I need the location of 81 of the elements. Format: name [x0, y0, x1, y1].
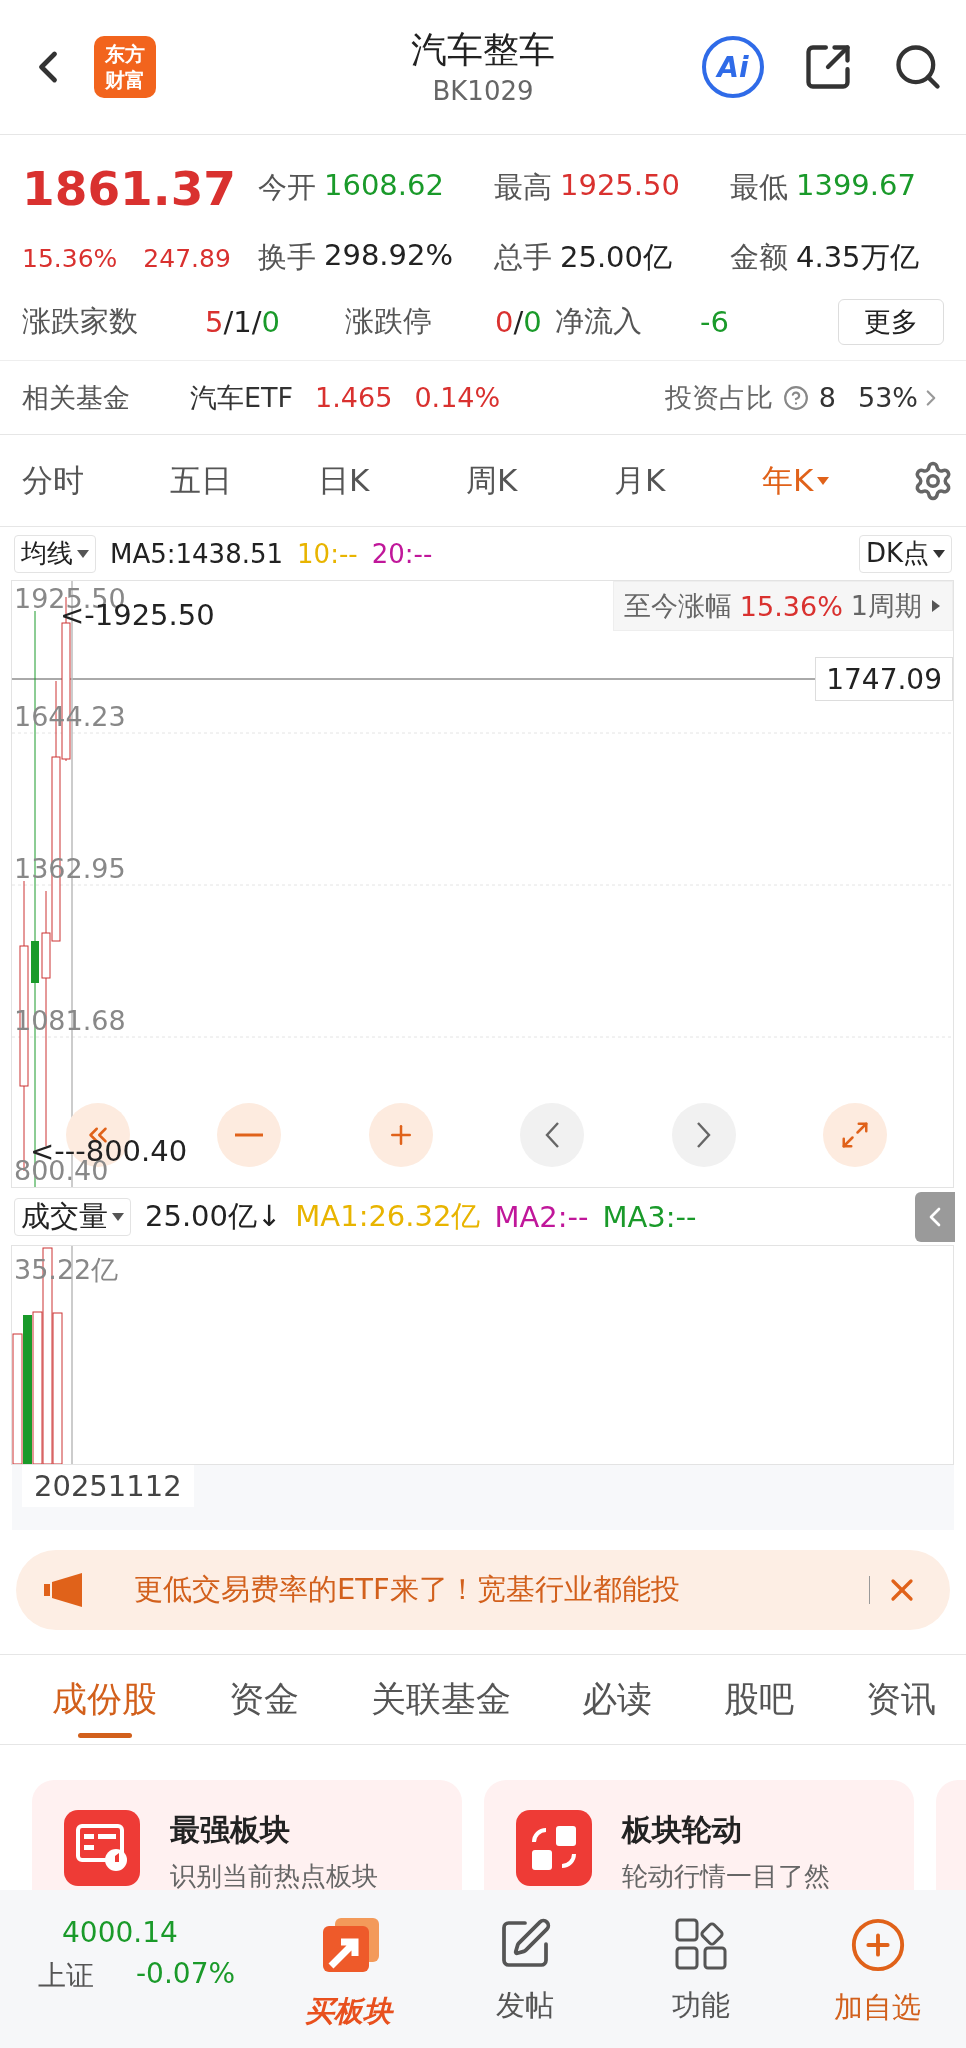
- minus-icon: [235, 1133, 264, 1137]
- card-title: 板块轮动: [622, 1811, 743, 1849]
- period-tab[interactable]: 五日: [160, 459, 308, 502]
- feature-card[interactable]: 最强板块 识别当前热点板块: [32, 1780, 462, 1890]
- period-tab[interactable]: 周K: [456, 459, 604, 502]
- fund-price: 1.465: [315, 382, 393, 413]
- card-subtitle: 识别当前热点板块: [170, 1860, 378, 1890]
- ma-value: 20:--: [371, 538, 433, 569]
- current-price: 1861.37: [22, 160, 237, 216]
- stat-value: 1399.67: [796, 168, 916, 204]
- ma-value: MA3:--: [602, 1199, 697, 1234]
- ratio-value: 8: [818, 382, 836, 413]
- section-tab[interactable]: 资金: [228, 1654, 299, 1745]
- stat-label: 净流入: [555, 303, 643, 340]
- period-tab[interactable]: 分时: [22, 459, 160, 502]
- stat-label: 今开: [258, 169, 316, 206]
- stat-value: 298.92%: [324, 238, 454, 274]
- period-tab[interactable]: 日K: [308, 459, 456, 502]
- post-button[interactable]: 发帖: [436, 1916, 613, 2026]
- last-price-label: 1747.09: [815, 657, 953, 701]
- stat-label: 金额: [730, 239, 788, 276]
- date-label: 20251112: [22, 1465, 194, 1507]
- card-subtitle: 轮动行情一目了然: [622, 1860, 830, 1890]
- section-tab[interactable]: 必读: [582, 1654, 653, 1745]
- stat-value: 4.35万亿: [796, 239, 919, 276]
- period-tab[interactable]: 月K: [604, 459, 752, 502]
- period-tab[interactable]: 年K: [752, 459, 900, 502]
- ratio-value: 53%: [858, 382, 918, 413]
- chevron-left-icon: [545, 1122, 560, 1148]
- stat-label: 总手: [494, 239, 552, 276]
- grid-icon: [673, 1916, 730, 1972]
- ai-button[interactable]: Ai: [702, 36, 764, 98]
- buy-sector-button[interactable]: 买板块: [260, 1916, 437, 2032]
- app-logo: 东方财富: [94, 36, 156, 98]
- stat-value: -6: [700, 305, 730, 339]
- section-tab[interactable]: 成份股: [52, 1654, 157, 1745]
- fund-name: 汽车ETF: [190, 380, 294, 415]
- stat-label: 涨跌家数: [22, 303, 139, 340]
- indicator-dropdown[interactable]: 均线: [14, 534, 96, 573]
- range-badge: 至今涨幅 15.36% 1周期: [612, 581, 953, 631]
- stat-label: 换手: [258, 239, 316, 276]
- ma-value: MA5:1438.51: [110, 538, 284, 569]
- index-change: -0.07%: [136, 1957, 236, 1992]
- stat-value: 0/0: [495, 305, 543, 339]
- volume-dropdown[interactable]: 成交量: [14, 1197, 131, 1236]
- stat-label: 最低: [730, 169, 788, 206]
- rotation-blocks-icon: [516, 1810, 592, 1886]
- index-name: 上证: [38, 1958, 94, 1994]
- collapse-button[interactable]: [915, 1191, 955, 1242]
- ma-value: MA2:--: [494, 1199, 589, 1234]
- stat-value: 25.00亿: [560, 239, 673, 276]
- section-tab[interactable]: 关联基金: [370, 1654, 511, 1745]
- stat-label: 涨跌停: [345, 303, 433, 340]
- change-percent: 15.36%: [22, 243, 118, 273]
- card-title: 最强板块: [170, 1811, 291, 1849]
- chevron-right-icon: [696, 1122, 711, 1148]
- section-tab[interactable]: 资讯: [866, 1654, 936, 1745]
- stat-label: 最高: [494, 169, 552, 206]
- sector-code: BK1029: [432, 75, 534, 108]
- help-icon: [782, 384, 809, 411]
- volume-value: 25.00亿↓: [145, 1197, 282, 1235]
- section-tab[interactable]: 股吧: [724, 1654, 795, 1745]
- fund-change: 0.14%: [414, 382, 501, 413]
- change-amount: 247.89: [143, 243, 231, 273]
- expand-icon: [840, 1120, 871, 1150]
- index-price: 4000.14: [61, 1916, 179, 1949]
- fund-label: 相关基金: [22, 380, 131, 415]
- stat-value: 1925.50: [560, 168, 680, 204]
- ma-value: 10:--: [297, 538, 358, 569]
- banner-text: 更低交易费率的ETF来了！宽基行业都能投: [134, 1571, 680, 1608]
- functions-button[interactable]: 功能: [613, 1916, 790, 2026]
- add-watchlist-button[interactable]: 加自选: [789, 1916, 966, 2028]
- ratio-label: 投资占比: [664, 380, 773, 415]
- page-title: 汽车整车: [411, 28, 555, 72]
- ranking-board-icon: [64, 1810, 140, 1886]
- adjust-dropdown[interactable]: DK点: [858, 534, 952, 573]
- feature-card[interactable]: 板块轮动 轮动行情一目了然: [484, 1780, 914, 1890]
- ma-value: MA1:26.32亿: [295, 1197, 481, 1235]
- stat-value: 5/1/0: [205, 305, 281, 339]
- more-button[interactable]: 更多: [838, 299, 944, 345]
- stat-value: 1608.62: [324, 168, 444, 204]
